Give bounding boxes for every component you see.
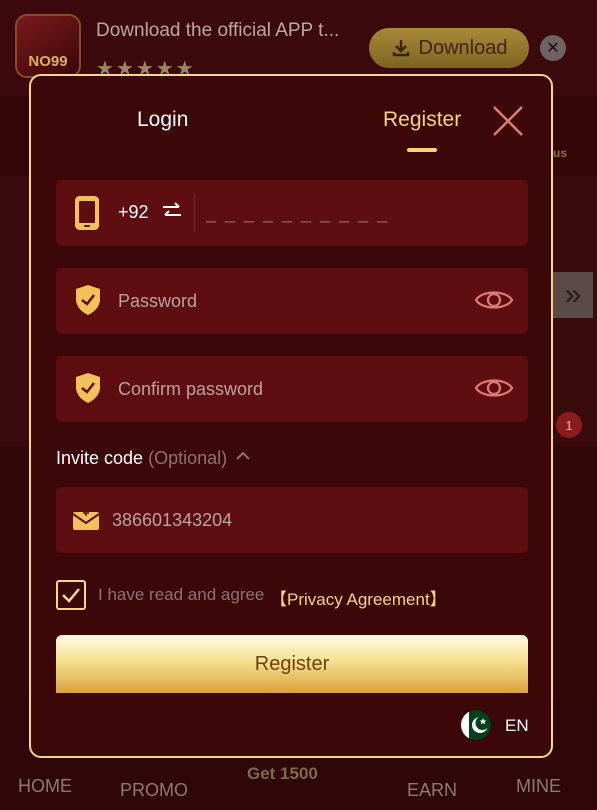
password-field	[56, 268, 528, 334]
language-code: EN	[505, 716, 529, 735]
download-label: Download	[418, 36, 508, 59]
check-icon	[62, 588, 80, 603]
country-code[interactable]: +92	[118, 202, 149, 223]
invite-code-title: Invite code	[56, 448, 144, 468]
close-x-icon[interactable]	[491, 104, 525, 138]
eye-icon[interactable]	[474, 285, 514, 315]
app-logo-text: NO99	[28, 53, 68, 70]
tab-login[interactable]: Login	[137, 108, 188, 132]
nav-get-bonus[interactable]: Get 1500	[247, 764, 318, 784]
tab-register[interactable]: Register	[383, 108, 461, 132]
nav-mine[interactable]: MINE	[516, 776, 561, 797]
confirm-password-input[interactable]	[118, 370, 458, 408]
register-modal: Login Register +92 _ _ _ _ _ _ _ _ _ _ I…	[29, 74, 553, 758]
notification-badge: 1	[556, 412, 582, 438]
chevron-up-icon[interactable]	[235, 448, 251, 464]
phone-input[interactable]	[206, 194, 506, 232]
phone-icon	[75, 196, 99, 230]
envelope-icon	[72, 510, 100, 530]
shield-icon	[76, 373, 100, 403]
download-icon	[392, 40, 409, 57]
invite-code-field	[56, 487, 528, 553]
invite-code-input[interactable]	[112, 501, 472, 539]
agreement-text: I have read and agree	[98, 585, 265, 604]
agreement-checkbox[interactable]	[56, 580, 86, 610]
invite-code-optional: (Optional)	[148, 448, 228, 468]
app-logo: NO99	[15, 14, 81, 78]
download-button[interactable]: Download	[369, 28, 529, 68]
register-button[interactable]: Register	[56, 635, 528, 693]
shield-icon	[76, 285, 100, 315]
double-chevron-right-icon[interactable]: »	[553, 272, 593, 318]
phone-field: +92	[56, 180, 528, 246]
bg-us-text: us	[553, 146, 568, 160]
swap-arrows-icon[interactable]	[161, 200, 183, 222]
invite-code-label[interactable]: Invite code (Optional)	[56, 448, 227, 469]
banner-text: Download the official APP t...	[96, 20, 340, 41]
confirm-password-field	[56, 356, 528, 422]
password-input[interactable]	[118, 282, 458, 320]
nav-home[interactable]: HOME	[18, 776, 72, 797]
active-tab-indicator	[407, 148, 437, 152]
pakistan-flag-icon	[461, 710, 491, 740]
nav-earn[interactable]: EARN	[407, 780, 457, 801]
auth-tabs: Login Register	[31, 76, 551, 176]
close-circle-icon[interactable]: ✕	[540, 35, 566, 61]
privacy-agreement-link[interactable]: 【Privacy Agreement】	[270, 585, 447, 610]
eye-icon[interactable]	[474, 373, 514, 403]
nav-promo[interactable]: PROMO	[120, 780, 188, 801]
field-divider	[194, 194, 195, 232]
